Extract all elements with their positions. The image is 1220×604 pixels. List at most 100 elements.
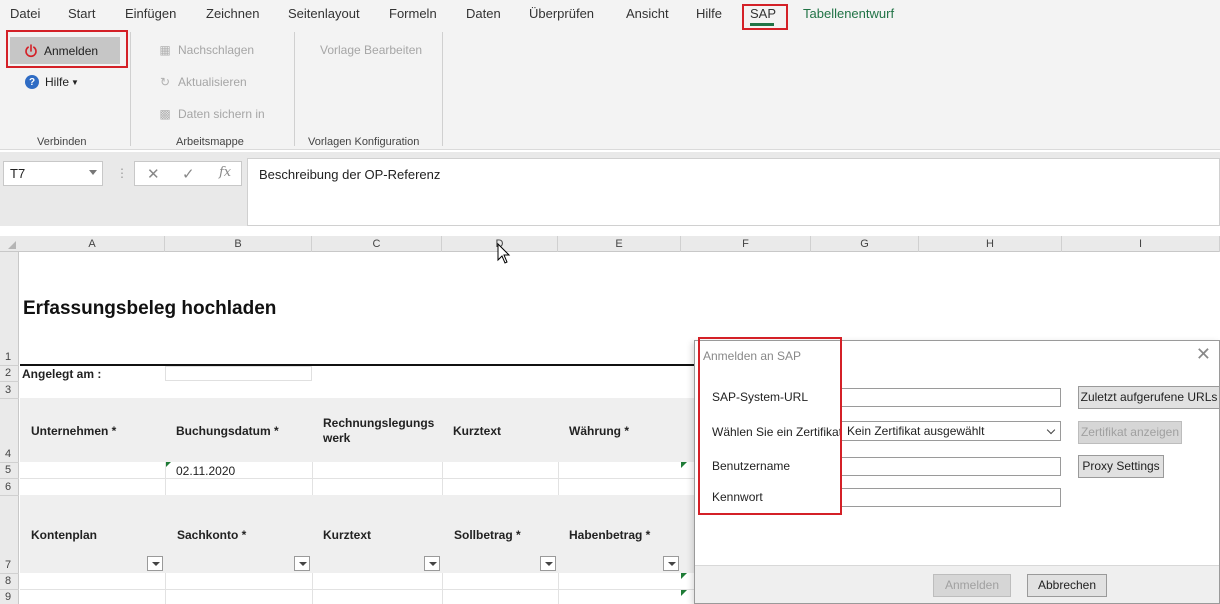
gridline — [20, 478, 700, 479]
close-icon[interactable]: ✕ — [1196, 344, 1211, 365]
select-all-icon[interactable] — [8, 241, 16, 249]
sap-tab-highlight — [742, 4, 788, 30]
zertifikat-anzeigen-button[interactable]: Zertifikat anzeigen — [1078, 421, 1182, 444]
row-divider — [0, 478, 19, 479]
column-header-b[interactable]: B — [165, 236, 312, 252]
row-header-5[interactable]: 5 — [0, 464, 19, 476]
row-header-3[interactable]: 3 — [0, 384, 19, 396]
url-input[interactable] — [841, 388, 1061, 407]
dialog-footer: Anmelden Abbrechen — [695, 565, 1219, 603]
filter-dropdown-button[interactable] — [294, 556, 310, 571]
column-header-e[interactable]: E — [558, 236, 681, 252]
menu-einfuegen[interactable]: Einfügen — [125, 6, 176, 21]
col-header-kurztext: Kurztext — [453, 424, 502, 438]
name-box-value: T7 — [10, 166, 26, 181]
column-header-f[interactable]: F — [681, 236, 811, 252]
gridline — [312, 462, 313, 495]
daten-sichern-label: Daten sichern in — [178, 107, 265, 121]
menu-daten[interactable]: Daten — [466, 6, 501, 21]
menu-datei[interactable]: Datei — [10, 6, 40, 21]
aktualisieren-label: Aktualisieren — [178, 75, 247, 89]
cancel-icon[interactable]: ✕ — [147, 165, 160, 183]
gridline — [442, 462, 443, 495]
row-divider — [0, 381, 19, 382]
column-header-c[interactable]: C — [312, 236, 442, 252]
group-separator — [130, 32, 131, 146]
menu-hilfe[interactable]: Hilfe — [696, 6, 722, 21]
vorlage-bearbeiten-button[interactable]: Vorlage Bearbeiten — [320, 43, 422, 57]
col-header-rechnungslegungswerk-line1: Rechnungslegungs — [323, 416, 435, 430]
row-header-2[interactable]: 2 — [0, 367, 19, 379]
filter-dropdown-button[interactable] — [424, 556, 440, 571]
menu-tabellenentwurf[interactable]: Tabellenentwurf — [803, 6, 894, 21]
menu-formeln[interactable]: Formeln — [389, 6, 437, 21]
col-header-unternehmen: Unternehmen * — [31, 424, 117, 438]
benutzername-input[interactable] — [841, 457, 1061, 476]
aktualisieren-button[interactable]: ↻ Aktualisieren — [158, 75, 247, 89]
menu-ueberpruefen[interactable]: Überprüfen — [529, 6, 594, 21]
gridline — [312, 573, 313, 604]
row-header-9[interactable]: 9 — [0, 591, 19, 603]
filter-dropdown-button[interactable] — [663, 556, 679, 571]
row-header-7[interactable]: 7 — [0, 559, 19, 571]
group-label-verbinden: Verbinden — [37, 136, 87, 148]
menu-ansicht[interactable]: Ansicht — [626, 6, 669, 21]
refresh-icon: ↻ — [159, 75, 171, 89]
row-divider — [0, 495, 19, 496]
row-header-8[interactable]: 8 — [0, 575, 19, 587]
column-header-g[interactable]: G — [811, 236, 919, 252]
daten-sichern-button[interactable]: ▩ Daten sichern in — [158, 107, 265, 121]
name-box[interactable]: T7 — [3, 161, 103, 186]
col-header-waehrung: Währung * — [569, 424, 629, 438]
col-header-buchungsdatum: Buchungsdatum * — [176, 424, 279, 438]
column-header-a[interactable]: A — [20, 236, 165, 252]
ribbon: Anmelden ? Hilfe ▼ Verbinden ▦ Nachschla… — [0, 30, 1220, 150]
filter-dropdown-button[interactable] — [540, 556, 556, 571]
proxy-settings-button[interactable]: Proxy Settings — [1078, 455, 1164, 478]
zertifikat-select[interactable]: Kein Zertifikat ausgewählt — [841, 421, 1061, 441]
abbrechen-button[interactable]: Abbrechen — [1027, 574, 1107, 597]
check-icon[interactable]: ✓ — [182, 165, 195, 183]
group-separator — [294, 32, 295, 146]
chevron-down-icon: ▼ — [71, 77, 79, 87]
filter-dropdown-button[interactable] — [147, 556, 163, 571]
chevron-down-icon[interactable] — [89, 170, 97, 175]
anmelden-dialog-button[interactable]: Anmelden — [933, 574, 1011, 597]
column-header-h[interactable]: H — [919, 236, 1062, 252]
formula-input[interactable]: Beschreibung der OP-Referenz — [247, 158, 1220, 226]
angelegt-label: Angelegt am : — [22, 367, 102, 381]
menu-seitenlayout[interactable]: Seitenlayout — [288, 6, 360, 21]
row-header-4[interactable]: 4 — [0, 448, 19, 460]
angelegt-value-cell[interactable] — [165, 366, 312, 381]
hilfe-button[interactable]: ? Hilfe ▼ — [25, 75, 79, 89]
menu-zeichnen[interactable]: Zeichnen — [206, 6, 259, 21]
column-header-i[interactable]: I — [1062, 236, 1220, 252]
menu-start[interactable]: Start — [68, 6, 95, 21]
more-icon: ⋮ — [116, 166, 128, 180]
zuletzt-urls-button[interactable]: Zuletzt aufgerufene URLs — [1078, 386, 1220, 409]
row-divider — [0, 365, 19, 366]
anmelden-highlight — [6, 30, 128, 68]
dialog-labels-highlight — [698, 337, 842, 515]
function-icon[interactable]: fx — [219, 165, 231, 180]
kennwort-input[interactable] — [841, 488, 1061, 507]
col-header-rechnungslegungswerk-line2: werk — [323, 431, 351, 445]
error-indicator-icon — [681, 573, 687, 579]
col-header-kontenplan: Kontenplan — [31, 528, 97, 542]
row-headers: 1 2 3 4 5 6 7 8 9 — [0, 252, 19, 604]
help-icon: ? — [25, 75, 39, 89]
row-divider — [0, 462, 19, 463]
mouse-cursor-icon — [497, 243, 511, 264]
zertifikat-value: Kein Zertifikat ausgewählt — [847, 424, 985, 438]
save-icon: ▩ — [159, 107, 171, 121]
hilfe-label: Hilfe — [45, 75, 70, 89]
row-header-6[interactable]: 6 — [0, 481, 19, 493]
buchungsdatum-value: 02.11.2020 — [176, 464, 236, 478]
column-headers: A B C D E F G H I — [0, 236, 1220, 252]
row-divider — [0, 573, 19, 574]
error-indicator-icon — [681, 590, 687, 596]
row-header-1[interactable]: 1 — [0, 351, 19, 363]
col-header-sollbetrag: Sollbetrag * — [454, 528, 521, 542]
group-label-arbeitsmappe: Arbeitsmappe — [176, 136, 244, 148]
nachschlagen-button[interactable]: ▦ Nachschlagen — [158, 43, 254, 57]
